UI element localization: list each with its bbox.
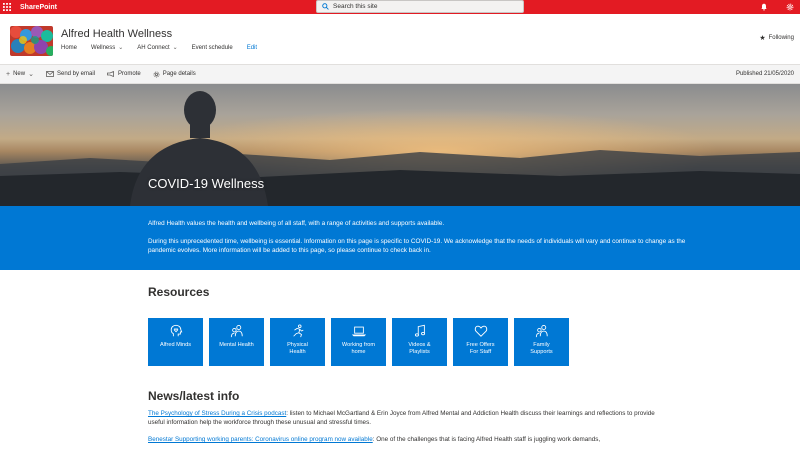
search-icon xyxy=(322,3,329,10)
heart-icon xyxy=(474,325,487,337)
hero-image xyxy=(0,84,800,206)
laptop-icon xyxy=(351,326,366,337)
music-note-icon xyxy=(414,324,425,337)
site-navigation: Home Wellness ⌄ AH Connect ⌄ Event schedul… xyxy=(61,44,257,52)
plus-icon: + xyxy=(6,70,11,78)
site-header: Alfred Health Wellness Home Wellness ⌄ AH… xyxy=(0,14,800,64)
nav-item-label: Event schedule xyxy=(191,44,233,51)
chevron-down-icon: ⌄ xyxy=(118,45,124,51)
published-date: Published 21/05/2020 xyxy=(735,71,794,77)
suite-bar: SharePoint Search this site xyxy=(0,0,800,14)
nav-item-label: AH Connect xyxy=(137,44,170,51)
tile-mental-health[interactable]: Mental Health xyxy=(209,318,264,366)
nav-item-ah-connect[interactable]: AH Connect ⌄ xyxy=(137,44,178,52)
notification-bell-icon[interactable] xyxy=(760,3,768,11)
nav-item-label: Wellness xyxy=(91,44,116,51)
following-button[interactable]: ★ Following xyxy=(759,34,794,42)
site-title[interactable]: Alfred Health Wellness xyxy=(61,28,172,40)
nav-item-label: Edit xyxy=(246,44,258,51)
site-logo[interactable] xyxy=(10,26,53,56)
tile-label: Alfred Minds xyxy=(159,342,192,348)
search-placeholder: Search this site xyxy=(333,3,378,10)
tile-videos-playlists[interactable]: Videos & Playlists xyxy=(392,318,447,366)
page-details-label: Page details xyxy=(162,71,196,77)
star-icon: ★ xyxy=(759,35,766,42)
tile-label: Mental Health xyxy=(219,342,254,348)
send-by-email-label: Send by email xyxy=(56,71,96,77)
tile-label: Free Offers For Staff xyxy=(466,342,495,355)
new-button[interactable]: + New ⌄ xyxy=(6,70,34,79)
tile-physical-health[interactable]: Physical Health xyxy=(270,318,325,366)
intro-banner: Alfred Health values the health and well… xyxy=(0,206,800,270)
new-label: New xyxy=(13,71,26,77)
promote-button[interactable]: Promote xyxy=(107,71,141,77)
search-input[interactable]: Search this site xyxy=(316,0,524,13)
mail-icon xyxy=(46,71,54,77)
people-icon xyxy=(535,325,548,338)
tile-label: Family Supports xyxy=(530,342,553,355)
chevron-down-icon: ⌄ xyxy=(28,71,34,78)
news-item: The Psychology of Stress During a Crisis… xyxy=(148,410,668,427)
tile-working-from-home[interactable]: Working from home xyxy=(331,318,386,366)
tile-free-offers[interactable]: Free Offers For Staff xyxy=(453,318,508,366)
chevron-down-icon: ⌄ xyxy=(172,45,178,51)
people-icon xyxy=(230,325,243,338)
page-title: COVID-19 Wellness xyxy=(148,176,265,191)
intro-paragraph: During this unprecedented time, wellbein… xyxy=(148,238,686,254)
resources-heading: Resources xyxy=(148,285,210,299)
page-details-button[interactable]: Page details xyxy=(153,71,196,78)
following-label: Following xyxy=(768,35,794,41)
nav-item-event-schedule[interactable]: Event schedule xyxy=(192,44,233,51)
app-launcher-waffle-icon[interactable] xyxy=(0,0,14,14)
nav-item-wellness[interactable]: Wellness ⌄ xyxy=(91,44,124,52)
hero-banner: COVID-19 Wellness xyxy=(0,84,800,206)
intro-paragraph: Alfred Health values the health and well… xyxy=(148,220,445,227)
nav-edit-link[interactable]: Edit xyxy=(247,44,257,51)
tile-label: Working from home xyxy=(341,342,376,355)
news-heading: News/latest info xyxy=(148,389,240,403)
tile-label: Physical Health xyxy=(287,342,308,355)
nav-item-label: Home xyxy=(61,44,78,51)
send-by-email-button[interactable]: Send by email xyxy=(46,71,95,77)
running-icon xyxy=(292,324,303,338)
tile-alfred-minds[interactable]: Alfred Minds xyxy=(148,318,203,366)
nav-item-home[interactable]: Home xyxy=(61,44,77,51)
settings-gear-icon[interactable] xyxy=(786,3,794,11)
gear-icon xyxy=(153,71,160,77)
suite-brand-link[interactable]: SharePoint xyxy=(20,4,57,11)
resource-tiles: Alfred Minds Mental Health Physical Heal… xyxy=(148,318,569,366)
command-bar: + New ⌄ Send by email Promote Page detai… xyxy=(0,64,800,84)
megaphone-icon xyxy=(107,71,114,77)
news-link[interactable]: Benestar Supporting working parents: Cor… xyxy=(148,436,373,443)
news-text: : One of the challenges that is facing A… xyxy=(372,436,601,443)
tile-label: Videos & Playlists xyxy=(408,342,431,355)
news-link[interactable]: The Psychology of Stress During a Crisis… xyxy=(148,410,286,417)
head-heart-icon xyxy=(170,324,182,337)
news-item: Benestar Supporting working parents: Cor… xyxy=(148,436,668,445)
tile-family-supports[interactable]: Family Supports xyxy=(514,318,569,366)
promote-label: Promote xyxy=(118,71,141,77)
